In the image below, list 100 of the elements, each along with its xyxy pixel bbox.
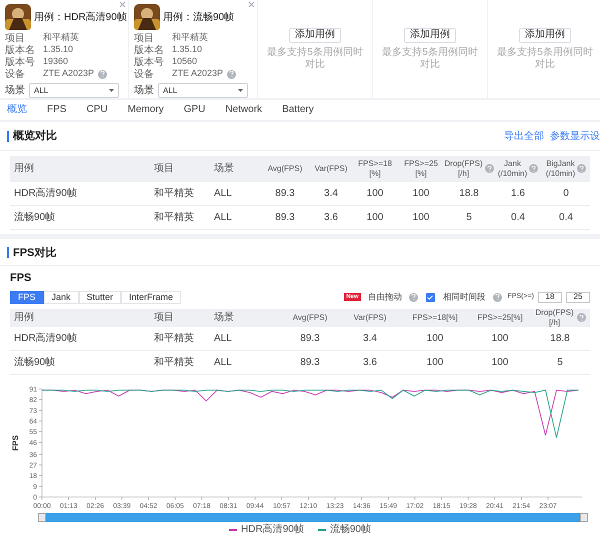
- table-cell-text: 89.3: [275, 186, 295, 200]
- column-header: Drop(FPS)[/h]: [534, 308, 575, 328]
- checkbox-label: 相同时间段: [442, 291, 485, 304]
- panel-subtitle: FPS: [10, 271, 32, 286]
- table-cell-text: 100: [426, 356, 444, 370]
- table-cell-text: 1.6: [511, 186, 525, 200]
- link[interactable]: 导出全部: [504, 128, 544, 144]
- info-label: 设备: [134, 68, 155, 82]
- column-header: 项目: [154, 164, 174, 174]
- case-title: 用例：流畅90帧: [163, 10, 234, 24]
- caret-icon: [109, 89, 114, 92]
- tab[interactable]: Network: [225, 105, 262, 115]
- tab[interactable]: FPS: [47, 105, 66, 115]
- link[interactable]: 参数显示设: [550, 128, 600, 144]
- scene-select[interactable]: ALL: [29, 83, 119, 98]
- table-cell-text: 0.4: [511, 210, 525, 224]
- close-icon[interactable]: [248, 1, 255, 8]
- table-cell-text: 100: [366, 186, 384, 200]
- segment-tab[interactable]: Stutter: [78, 290, 122, 304]
- help-icon: [227, 70, 236, 78]
- table-cell-text: 和平精英: [154, 332, 194, 346]
- tab[interactable]: GPU: [184, 105, 206, 115]
- info-value: ZTE A2023P: [172, 67, 224, 80]
- help-icon: [408, 292, 418, 302]
- table-cell-text: 和平精英: [154, 356, 194, 370]
- y-axis-title: FPS: [11, 434, 20, 450]
- help-icon: [492, 292, 502, 302]
- info-value: 和平精英: [43, 31, 79, 44]
- game-icon: [5, 4, 31, 30]
- tab[interactable]: 概览: [7, 105, 27, 115]
- help-icon: [98, 70, 108, 78]
- table-cell-text: HDR高清90帧: [14, 186, 77, 200]
- hint-text: 最多支持5条用例同时对比: [266, 46, 364, 70]
- segment-tab[interactable]: FPS: [10, 290, 44, 304]
- table-cell-text: 3.6: [324, 210, 338, 224]
- zoom-slider[interactable]: [38, 512, 588, 522]
- column-header: Avg(FPS): [268, 164, 302, 174]
- info-label: 设备: [5, 68, 26, 82]
- case-title: 用例：HDR高清90帧: [34, 10, 127, 24]
- table-cell-text: HDR高清90帧: [14, 332, 77, 346]
- column-header: Drop(FPS) [/h]: [444, 158, 483, 178]
- column-header: BigJank (/10min): [546, 158, 576, 178]
- table-cell-text: ALL: [214, 356, 232, 370]
- tab[interactable]: Battery: [282, 105, 314, 115]
- table-cell-text: 100: [492, 332, 508, 346]
- info-label: 版本名: [5, 44, 36, 56]
- table-cell-text: 89.3: [300, 356, 320, 370]
- tab[interactable]: CPU: [86, 105, 108, 115]
- column-header: 场景: [214, 312, 234, 322]
- table-cell-text: 100: [492, 356, 508, 370]
- column-header: FPS>=18 [%]: [357, 158, 393, 178]
- table-cell-text: 0.4: [559, 210, 573, 224]
- table-cell-text: ALL: [214, 186, 232, 200]
- sync-checkbox[interactable]: [426, 292, 435, 302]
- segment-tab[interactable]: Jank: [44, 290, 79, 304]
- column-header: Var(FPS): [314, 164, 348, 174]
- slider-handle[interactable]: [580, 512, 588, 522]
- add-case-button[interactable]: 添加用例: [519, 28, 571, 42]
- close-icon[interactable]: [119, 1, 126, 8]
- scene-select[interactable]: ALL: [158, 83, 248, 98]
- table-cell-text: 流畅90帧: [14, 356, 56, 370]
- table-cell-text: 89.3: [300, 332, 320, 346]
- info-value: 10560: [172, 55, 198, 68]
- table-cell-text: 流畅90帧: [14, 210, 56, 224]
- table-cell-text: ALL: [214, 332, 232, 346]
- game-icon: [134, 4, 160, 30]
- column-header: FPS>=25 [%]: [403, 158, 439, 178]
- segment-tab[interactable]: InterFrame: [121, 290, 182, 304]
- table-cell-text: 5: [557, 356, 563, 370]
- info-label: 项目: [5, 32, 26, 44]
- section-title: 概览对比: [13, 128, 57, 144]
- tab[interactable]: Memory: [128, 105, 164, 115]
- column-header: FPS>=18[%]: [412, 312, 458, 322]
- add-case-button[interactable]: 添加用例: [404, 28, 456, 42]
- table-cell-text: 3.6: [363, 356, 377, 370]
- info-value: 和平精英: [172, 31, 208, 44]
- info-label: 版本号: [5, 56, 36, 69]
- add-case-button[interactable]: 添加用例: [289, 28, 341, 42]
- info-value: ZTE A2023P: [43, 67, 94, 80]
- table-cell-text: 5: [466, 210, 472, 224]
- threshold-input[interactable]: 18: [538, 292, 562, 302]
- caret-icon: [238, 89, 243, 92]
- table-cell-text: 18.8: [459, 186, 479, 200]
- hint-text: 最多支持5条用例同时对比: [496, 46, 594, 70]
- drag-label: 自由拖动: [368, 291, 402, 304]
- column-header: Jank (/10min): [498, 158, 528, 178]
- info-label: 项目: [134, 32, 155, 44]
- table-cell-text: 18.8: [550, 332, 570, 346]
- table-cell-text: ALL: [214, 210, 232, 224]
- table-cell-text: 100: [412, 186, 430, 200]
- info-value: 1.35.10: [172, 43, 202, 56]
- column-header: Var(FPS): [354, 312, 386, 322]
- threshold-input[interactable]: 25: [566, 292, 590, 302]
- slider-handle[interactable]: [38, 512, 46, 522]
- table-cell-text: 100: [412, 210, 430, 224]
- column-header: 项目: [154, 312, 174, 322]
- column-header: 场景: [214, 164, 234, 174]
- table-cell-text: 3.4: [324, 186, 338, 200]
- column-header: FPS>=25[%]: [477, 312, 523, 322]
- info-value: 19360: [43, 55, 68, 68]
